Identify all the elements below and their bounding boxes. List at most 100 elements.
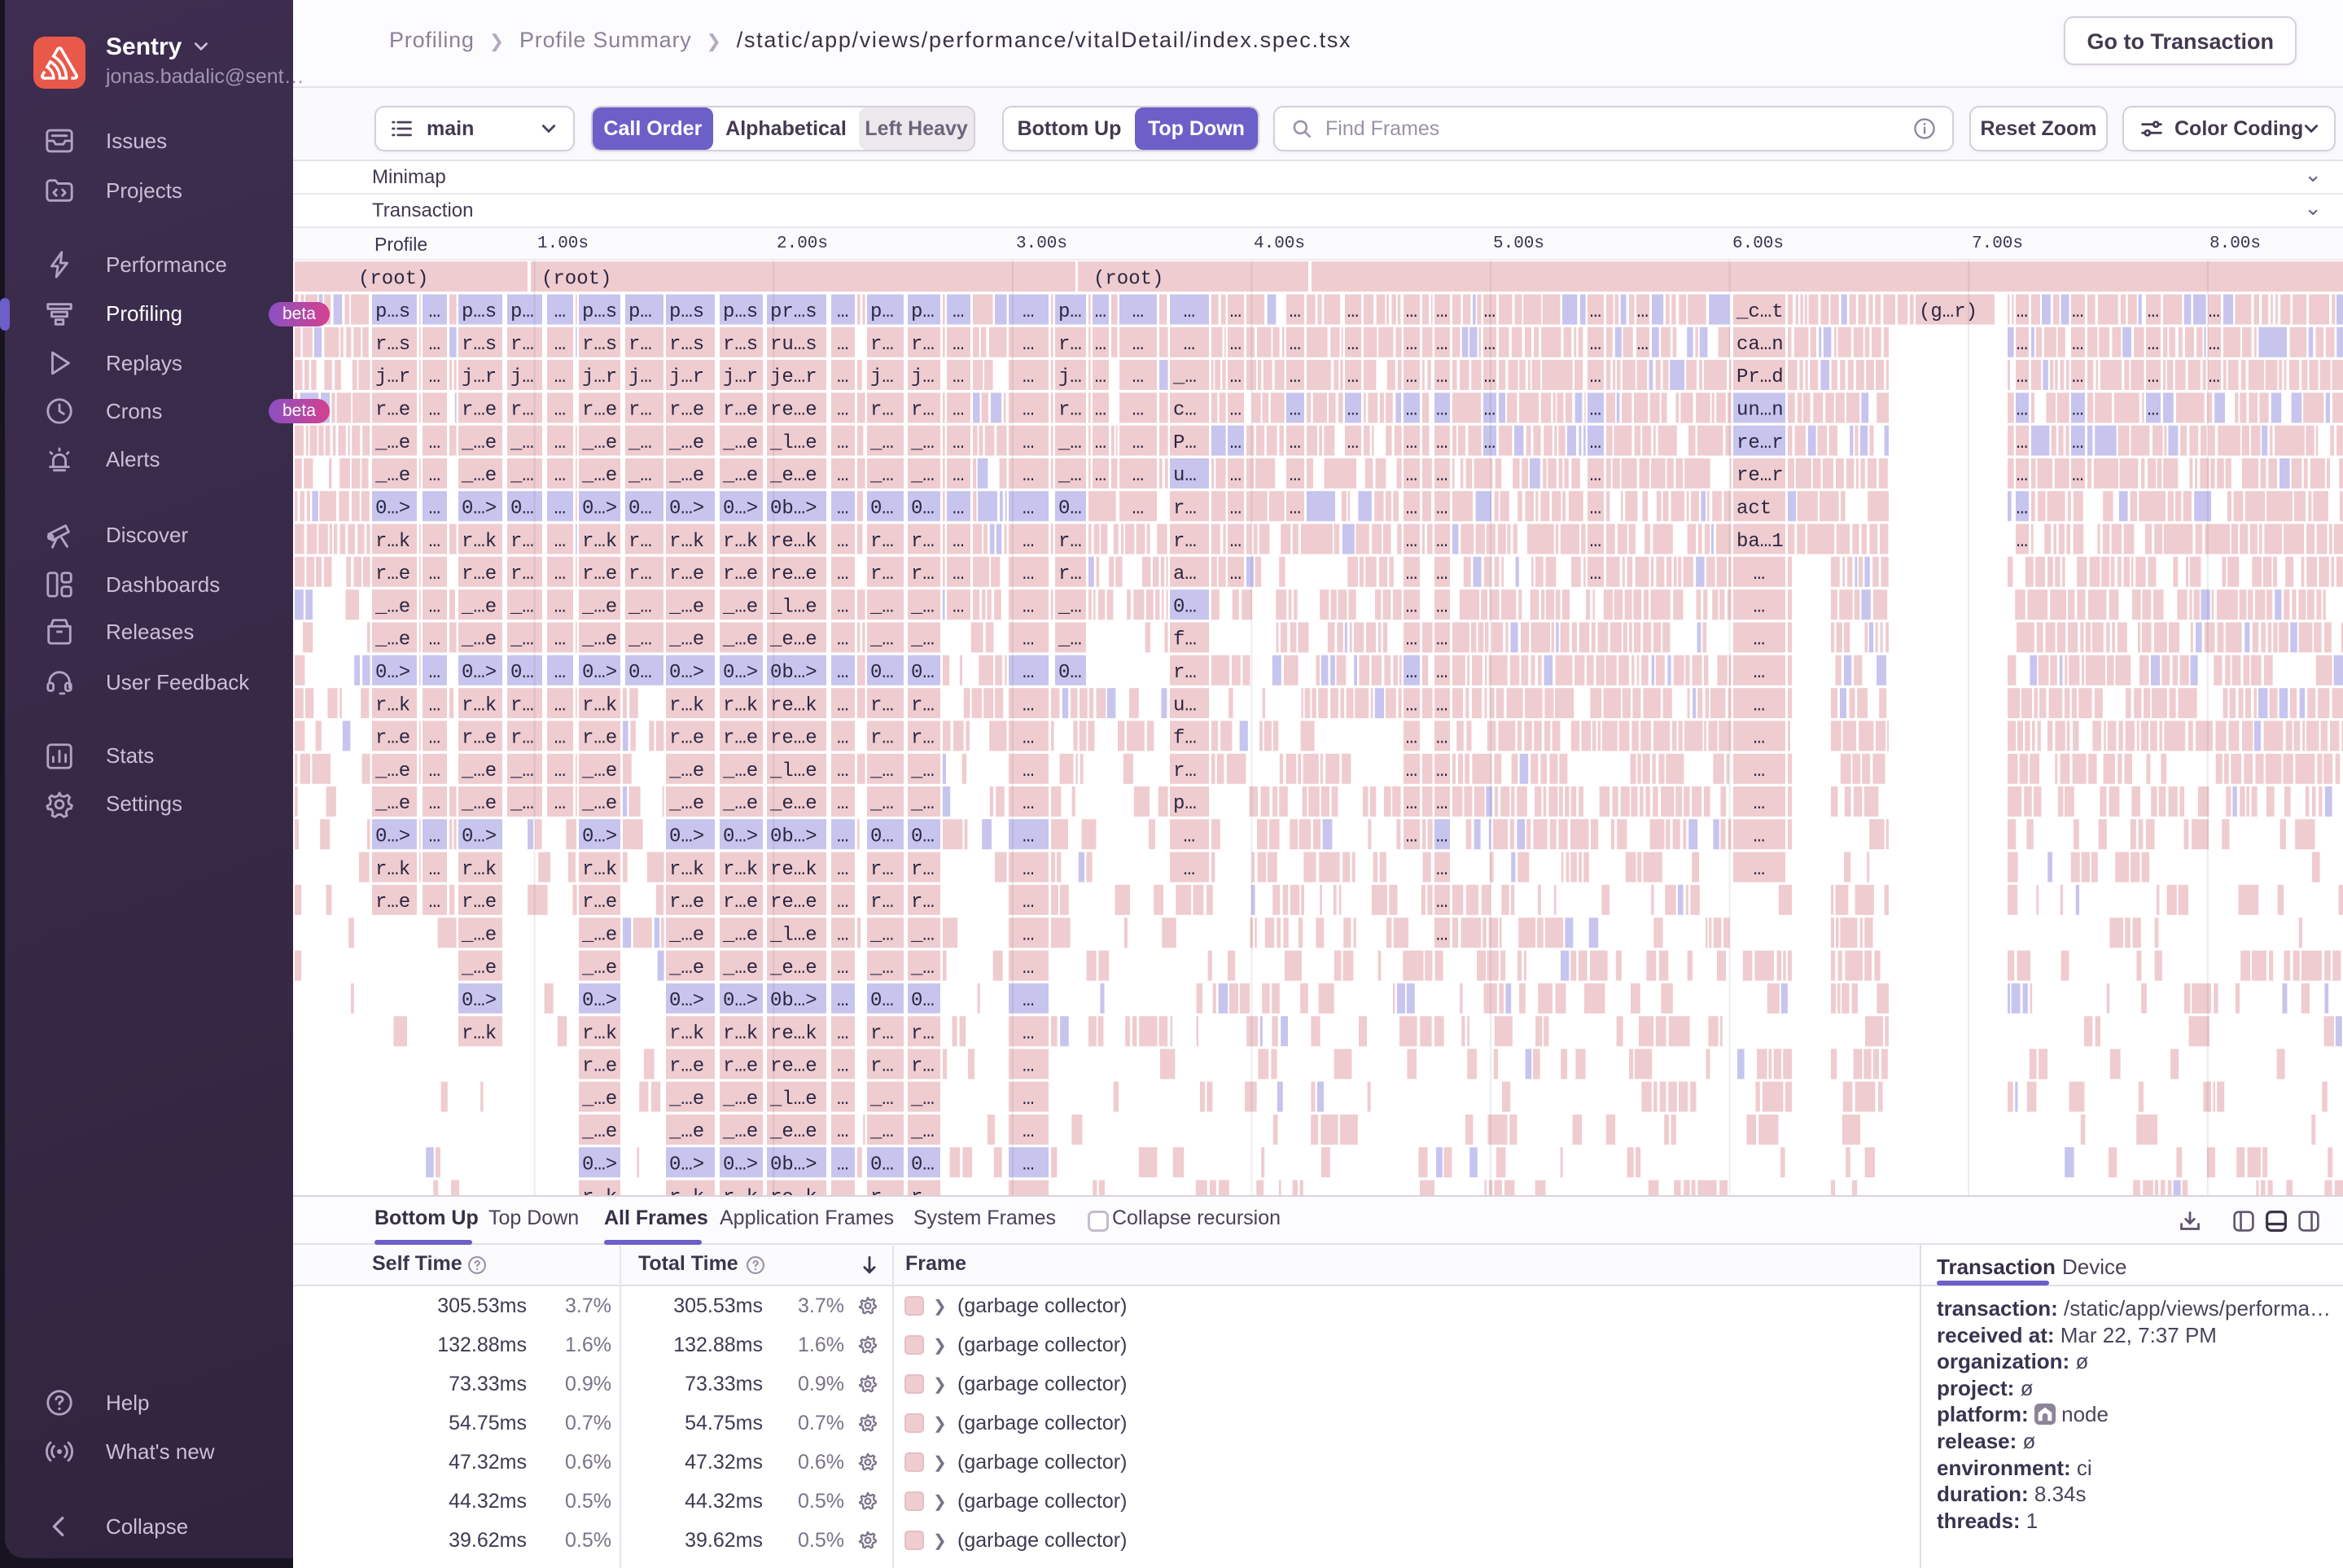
svg-text:r…k: r…k: [462, 694, 497, 716]
svg-text:…: …: [2072, 366, 2083, 388]
svg-text:…: …: [429, 596, 440, 618]
svg-text:…: …: [1230, 563, 1242, 585]
svg-text:…: …: [1590, 400, 1601, 422]
svg-text:_…: _…: [628, 432, 652, 454]
svg-text:…: …: [1132, 432, 1144, 454]
svg-text:…: …: [1754, 563, 1765, 585]
svg-text:j…: j…: [1058, 366, 1082, 388]
svg-text:r…: r…: [628, 563, 652, 585]
svg-text:r…e: r…e: [375, 728, 410, 750]
svg-text:r…: r…: [870, 1056, 894, 1078]
svg-text:_l…e: _l…e: [769, 760, 817, 782]
svg-text:…: …: [1436, 432, 1447, 454]
svg-text:r…e: r…e: [582, 563, 617, 585]
svg-text:…: …: [1023, 793, 1034, 815]
svg-text:_…: _…: [628, 465, 652, 487]
svg-text:0…>: 0…>: [375, 826, 410, 848]
svg-text:_l…e: _l…e: [769, 596, 817, 618]
svg-text:…: …: [1230, 334, 1242, 356]
svg-text:_…e: _…e: [581, 760, 617, 782]
svg-text:…: …: [837, 1056, 848, 1078]
svg-text:0…: 0…: [628, 662, 652, 684]
svg-text:…: …: [429, 432, 440, 454]
svg-text:r…s: r…s: [669, 334, 704, 356]
svg-text:_e…e: _e…e: [769, 1121, 817, 1143]
svg-text:Pr…d: Pr…d: [1736, 366, 1784, 388]
svg-text:…: …: [554, 400, 566, 422]
svg-text:…: …: [1095, 366, 1106, 388]
svg-text:…: …: [1290, 366, 1301, 388]
svg-text:r…: r…: [870, 1023, 894, 1045]
svg-text:…: …: [429, 563, 440, 585]
svg-text:…: …: [1230, 400, 1242, 422]
svg-text:…: …: [1436, 694, 1447, 716]
svg-text:…: …: [1406, 563, 1417, 585]
svg-text:_…e: _…e: [581, 465, 617, 487]
svg-text:…: …: [2017, 531, 2028, 553]
svg-text:…: …: [1023, 1121, 1034, 1143]
svg-text:0…: 0…: [911, 826, 935, 848]
svg-text:r…e: r…e: [669, 728, 704, 750]
svg-text:0…>: 0…>: [582, 826, 617, 848]
svg-text:j…: j…: [911, 366, 935, 388]
svg-text:…: …: [1754, 596, 1765, 618]
svg-text:…: …: [837, 400, 848, 422]
svg-text:r…: r…: [911, 531, 935, 553]
svg-text:p…: p…: [510, 301, 534, 323]
svg-text:r…k: r…k: [582, 531, 617, 553]
svg-text:…: …: [1754, 826, 1765, 848]
svg-text:_…: _…: [510, 629, 534, 651]
svg-text:…: …: [1484, 400, 1496, 422]
svg-text:…: …: [1230, 465, 1242, 487]
svg-text:…: …: [554, 596, 566, 618]
svg-text:r…: r…: [1173, 662, 1197, 684]
svg-text:r…e: r…e: [462, 891, 497, 913]
svg-text:r…: r…: [911, 1023, 935, 1045]
svg-text:p…s: p…s: [582, 301, 617, 323]
svg-text:…: …: [1290, 497, 1301, 519]
svg-text:…: …: [1590, 432, 1601, 454]
svg-text:_…: _…: [869, 629, 894, 651]
svg-text:_…e: _…e: [668, 957, 704, 979]
svg-text:_…e: _…e: [722, 793, 758, 815]
svg-text:…: …: [837, 366, 848, 388]
svg-text:r…k: r…k: [582, 694, 617, 716]
svg-text:0…>: 0…>: [582, 662, 617, 684]
svg-text:0…>: 0…>: [582, 990, 617, 1012]
svg-text:…: …: [1347, 400, 1359, 422]
svg-text:_…e: _…e: [581, 432, 617, 454]
svg-text:…: …: [1436, 760, 1447, 782]
svg-text:r…: r…: [510, 694, 534, 716]
svg-text:_…e: _…e: [668, 1088, 704, 1110]
svg-text:…: …: [1023, 957, 1034, 979]
svg-text:…: …: [1023, 760, 1034, 782]
svg-text:…: …: [837, 859, 848, 881]
svg-text:_l…e: _l…e: [769, 1088, 817, 1110]
svg-text:…: …: [1637, 301, 1649, 323]
svg-text:r…: r…: [1058, 531, 1082, 553]
svg-text:_…e: _…e: [374, 465, 410, 487]
svg-text:…: …: [1590, 301, 1601, 323]
svg-text:…: …: [837, 826, 848, 848]
svg-text:_…e: _…e: [722, 629, 758, 651]
svg-text:_…e: _…e: [722, 1088, 758, 1110]
svg-text:…: …: [1406, 629, 1417, 651]
svg-text:r…k: r…k: [375, 859, 410, 881]
svg-text:_…e: _…e: [668, 1121, 704, 1143]
svg-text:_…: _…: [869, 760, 894, 782]
svg-text:…: …: [554, 334, 566, 356]
svg-text:re…r: re…r: [1736, 432, 1784, 454]
svg-text:_…e: _…e: [722, 596, 758, 618]
svg-text:_…: _…: [1058, 432, 1082, 454]
svg-text:…: …: [554, 531, 566, 553]
svg-text:…: …: [1184, 334, 1195, 356]
svg-text:…: …: [554, 760, 566, 782]
svg-text:r…k: r…k: [375, 694, 410, 716]
svg-text:_…e: _…e: [461, 760, 497, 782]
svg-text:r…k: r…k: [462, 859, 497, 881]
svg-text:…: …: [554, 497, 566, 519]
svg-text:r…k: r…k: [723, 859, 758, 881]
svg-text:0b…>: 0b…>: [770, 1154, 817, 1176]
svg-text:r…s: r…s: [582, 334, 617, 356]
svg-text:(root): (root): [1093, 268, 1163, 290]
